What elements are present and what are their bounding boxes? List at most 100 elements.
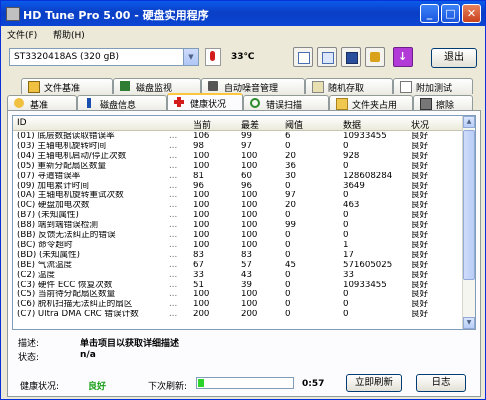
cell-threshold: 0 bbox=[285, 280, 291, 290]
download-button[interactable]: ↓ bbox=[393, 47, 413, 67]
table-row[interactable]: (01) 底层数据读取错误率... 106 99 6 10933455 良好 bbox=[13, 132, 465, 142]
drive-select[interactable]: ST3320418AS (320 gB) ▼ bbox=[9, 48, 199, 66]
cell-id: (B8) 端到端错误检测 bbox=[17, 221, 98, 231]
cell-current: 98 bbox=[193, 141, 204, 151]
header-worst[interactable]: 最差 bbox=[241, 118, 259, 131]
cell-worst: 39 bbox=[241, 280, 252, 290]
exit-button[interactable]: 退出 bbox=[431, 48, 477, 68]
scroll-up-icon[interactable]: ▲ bbox=[463, 116, 475, 128]
tab-disk-monitor[interactable]: 磁盘监视 bbox=[113, 78, 201, 94]
cell-id: (C2) 温度 bbox=[17, 270, 56, 280]
cell-current: 100 bbox=[193, 201, 210, 211]
tab-random-access[interactable]: 随机存取 bbox=[305, 78, 393, 94]
cell-worst: 100 bbox=[241, 221, 258, 231]
cell-status: 良好 bbox=[411, 141, 429, 151]
cell-threshold: 0 bbox=[285, 290, 291, 300]
table-row[interactable]: (C6) 脱机扫描无法纠正的扇区... 100 100 0 0 良好 bbox=[13, 300, 465, 310]
scroll-down-icon[interactable]: ▼ bbox=[463, 317, 475, 329]
cell-threshold: 20 bbox=[285, 151, 296, 161]
header-threshold[interactable]: 阈值 bbox=[285, 118, 303, 131]
menu-help[interactable]: 帮助(H) bbox=[53, 28, 85, 41]
table-row[interactable]: (C3) 硬件 ECC 恢复次数... 51 39 0 10933455 良好 bbox=[13, 281, 465, 291]
table-row[interactable]: (BC) 命令超时... 100 100 0 1 良好 bbox=[13, 241, 465, 251]
table-row[interactable]: (BE) 气流温度... 67 57 45 571605025 良好 bbox=[13, 261, 465, 271]
cell-worst: 60 bbox=[241, 171, 252, 181]
table-row[interactable]: (C7) Ultra DMA CRC 错误计数... 200 200 0 0 良好 bbox=[13, 310, 465, 320]
cell-status: 良好 bbox=[411, 181, 429, 191]
cell-current: 100 bbox=[193, 191, 210, 201]
cell-current: 83 bbox=[193, 250, 204, 260]
tab-extra-tests[interactable]: 附加测试 bbox=[393, 78, 473, 94]
table-row[interactable]: (04) 主轴电机启动/停止次数... 100 100 20 928 良好 bbox=[13, 152, 465, 162]
cell-data: 0 bbox=[343, 191, 349, 201]
cell-id: (C3) 硬件 ECC 恢复次数 bbox=[17, 280, 113, 290]
table-row[interactable]: (B7) (未知属性)... 100 100 0 0 良好 bbox=[13, 211, 465, 221]
description-label: 描述: bbox=[18, 339, 40, 349]
table-row[interactable]: (05) 重新分配扇区数量... 100 100 36 0 良好 bbox=[13, 162, 465, 172]
tab-health[interactable]: 健康状况 bbox=[167, 93, 243, 111]
copy-info-button[interactable] bbox=[293, 47, 313, 67]
tab-disk-info[interactable]: 磁盘信息 bbox=[77, 95, 167, 111]
vertical-scrollbar[interactable]: ▲ ▼ bbox=[462, 116, 475, 329]
close-button[interactable]: ✕ bbox=[462, 4, 481, 23]
cell-current: 200 bbox=[193, 310, 210, 320]
tab-file-benchmark[interactable]: 文件基准 bbox=[21, 78, 113, 94]
header-id[interactable]: ID bbox=[17, 118, 27, 128]
cell-current: 100 bbox=[193, 290, 210, 300]
cell-data: 128608284 bbox=[343, 171, 393, 181]
options-button[interactable] bbox=[365, 47, 385, 67]
tab-error-scan[interactable]: 错误扫描 bbox=[243, 95, 329, 111]
cell-data: 571605025 bbox=[343, 260, 393, 270]
table-row[interactable]: (03) 主轴电机旋转时间... 98 97 0 0 良好 bbox=[13, 142, 465, 152]
cell-ellipsis: ... bbox=[169, 161, 178, 171]
table-row[interactable]: (0A) 主轴电机旋转重试次数... 100 100 97 0 良好 bbox=[13, 191, 465, 201]
header-data[interactable]: 数据 bbox=[343, 118, 361, 131]
log-button[interactable]: 日志 bbox=[416, 374, 466, 392]
table-row[interactable]: (BB) 反馈无法纠正的错误... 100 100 0 0 良好 bbox=[13, 231, 465, 241]
state-value: n/a bbox=[80, 350, 96, 360]
maximize-button[interactable]: □ bbox=[441, 4, 460, 23]
table-row[interactable]: (09) 加电累计时间... 96 96 0 3649 良好 bbox=[13, 182, 465, 192]
toolbar: ST3320418AS (320 gB) ▼ 33℃ ↓ 退出 bbox=[1, 42, 485, 76]
chevron-down-icon[interactable]: ▼ bbox=[183, 49, 198, 65]
cell-current: 100 bbox=[193, 221, 210, 231]
refresh-now-button[interactable]: 立即刷新 bbox=[346, 374, 402, 392]
cell-ellipsis: ... bbox=[169, 300, 178, 310]
table-row[interactable]: (07) 寻道错误率... 81 60 30 128608284 良好 bbox=[13, 172, 465, 182]
copy-screenshot-button[interactable] bbox=[317, 47, 337, 67]
cell-worst: 100 bbox=[241, 201, 258, 211]
cell-current: 81 bbox=[193, 171, 204, 181]
cell-ellipsis: ... bbox=[169, 151, 178, 161]
table-row[interactable]: (BD) (未知属性)... 83 83 0 17 良好 bbox=[13, 251, 465, 261]
minimize-button[interactable]: _ bbox=[420, 4, 439, 23]
tab-row-top: 文件基准 磁盘监视 自动噪音管理 随机存取 附加测试 bbox=[7, 78, 481, 94]
title-bar[interactable]: HD Tune Pro 5.00 - 硬盘实用程序 _ □ ✕ bbox=[1, 1, 485, 26]
cell-id: (C7) Ultra DMA CRC 错误计数 bbox=[17, 310, 139, 320]
table-row[interactable]: (C5) 当前待分配扇区数量... 100 100 0 0 良好 bbox=[13, 290, 465, 300]
table-row[interactable]: (B8) 端到端错误检测... 100 100 99 0 良好 bbox=[13, 221, 465, 231]
tab-folder-usage[interactable]: 文件夹占用 bbox=[329, 95, 413, 111]
disk-monitor-icon bbox=[120, 81, 130, 91]
tab-erase[interactable]: 擦除 bbox=[413, 95, 473, 111]
health-value: 良好 bbox=[88, 382, 107, 392]
cell-current: 100 bbox=[193, 161, 210, 171]
scroll-thumb[interactable] bbox=[463, 130, 475, 280]
header-current[interactable]: 当前 bbox=[193, 118, 211, 131]
file-benchmark-icon bbox=[28, 81, 40, 93]
tab-benchmark[interactable]: 基准 bbox=[7, 95, 77, 111]
cell-worst: 100 bbox=[241, 211, 258, 221]
cell-threshold: 0 bbox=[285, 211, 291, 221]
cell-ellipsis: ... bbox=[169, 290, 178, 300]
header-status[interactable]: 状况 bbox=[411, 118, 429, 131]
tab-aam[interactable]: 自动噪音管理 bbox=[201, 78, 305, 94]
trash-icon bbox=[420, 98, 432, 110]
cell-status: 良好 bbox=[411, 280, 429, 290]
table-row[interactable]: (0C) 硬盘加电次数... 100 100 20 463 良好 bbox=[13, 201, 465, 211]
smart-table[interactable]: ID 当前 最差 阈值 数据 状况 (01) 底层数据读取错误率... 106 99… bbox=[12, 115, 476, 330]
cell-id: (B7) (未知属性) bbox=[17, 211, 79, 221]
menu-file[interactable]: 文件(F) bbox=[7, 28, 37, 41]
cell-current: 96 bbox=[193, 181, 204, 191]
extra-tests-icon bbox=[400, 81, 412, 93]
save-button[interactable] bbox=[341, 47, 361, 67]
table-row[interactable]: (C2) 温度... 33 43 0 33 良好 bbox=[13, 271, 465, 281]
